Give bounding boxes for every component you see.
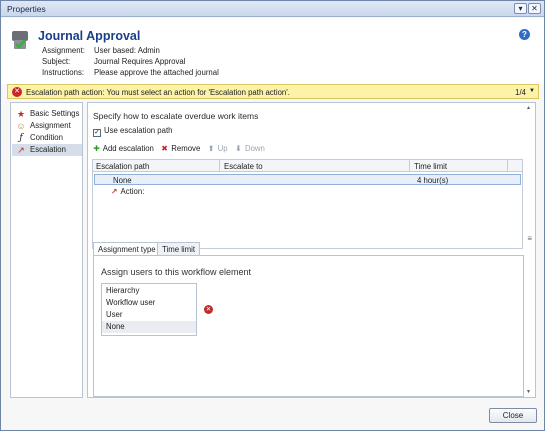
- tab-time-limit[interactable]: Time limit: [157, 242, 201, 255]
- validation-warning-bar[interactable]: ✕ Escalation path action: You must selec…: [7, 84, 539, 99]
- workflow-approval-icon: [12, 31, 28, 49]
- column-header-escalate-to[interactable]: Escalate to: [224, 162, 263, 171]
- remove-button[interactable]: ✖ Remove: [160, 144, 200, 153]
- sidebar-nav: ★ Basic Settings ☺ Assignment ƒ Conditio…: [10, 102, 83, 398]
- sidebar-item-condition[interactable]: ƒ Condition: [12, 132, 82, 144]
- plus-icon: ✚: [93, 144, 100, 153]
- close-button[interactable]: Close: [489, 408, 537, 423]
- remove-icon: ✖: [161, 144, 168, 153]
- scrollbar[interactable]: ▲ ▼: [526, 105, 533, 395]
- cell-escalation-path: None: [113, 176, 132, 185]
- warning-text: Escalation path action: You must select …: [26, 88, 290, 97]
- up-button[interactable]: ⬆ Up: [206, 144, 228, 153]
- list-item-user[interactable]: User: [102, 309, 196, 321]
- meta-value: Please approve the attached journal: [94, 68, 219, 77]
- window-title: Properties: [7, 4, 46, 14]
- use-escalation-checkbox[interactable]: ✓: [93, 129, 101, 137]
- title-bar: Properties ▾ ✕: [1, 1, 544, 17]
- assignment-type-list: Hierarchy Workflow user User None: [101, 283, 197, 336]
- sidebar-item-label: Assignment: [30, 121, 71, 130]
- scroll-up-icon[interactable]: ▲: [526, 105, 531, 111]
- meta-value: User based: Admin: [94, 46, 160, 55]
- add-escalation-label: Add escalation: [102, 144, 154, 153]
- grid-header: Escalation path Escalate to Time limit: [93, 160, 522, 172]
- sidebar-item-label: Basic Settings: [30, 109, 80, 118]
- escalation-content-pane: Specify how to escalate overdue work ite…: [87, 102, 536, 398]
- panel-title: Assign users to this workflow element: [101, 267, 252, 277]
- header: Journal Approval Assignment: User based: …: [1, 18, 544, 84]
- chevron-down-icon: ▾: [518, 4, 523, 13]
- meta-row-instructions: Instructions: Please approve the attached…: [42, 68, 219, 77]
- validation-error-icon: ✕: [204, 305, 213, 314]
- meta-key: Instructions:: [42, 68, 85, 77]
- cell-time-limit: 4 hour(s): [417, 176, 449, 185]
- warning-count: 1/4: [515, 88, 526, 97]
- escalation-icon: ↗: [111, 187, 118, 196]
- users-icon: ☺: [16, 121, 26, 131]
- close-window-button[interactable]: ✕: [528, 3, 541, 14]
- escalation-icon: ↗: [17, 145, 25, 155]
- action-row[interactable]: ↗ Action:: [111, 187, 144, 196]
- assignment-type-panel: Assign users to this workflow element Hi…: [93, 255, 524, 397]
- sidebar-item-basic-settings[interactable]: ★ Basic Settings: [12, 108, 82, 120]
- error-icon: ✕: [12, 87, 22, 97]
- arrow-up-icon: ⬆: [207, 144, 215, 153]
- help-icon[interactable]: ?: [519, 29, 530, 40]
- star-icon: ★: [16, 109, 26, 119]
- remove-label: Remove: [171, 144, 201, 153]
- list-item-hierarchy[interactable]: Hierarchy: [102, 285, 196, 297]
- checkbox-label: Use escalation path: [104, 126, 173, 135]
- action-label: Action:: [120, 187, 145, 196]
- escalation-grid: Escalation path Escalate to Time limit N…: [92, 159, 523, 249]
- sidebar-item-label: Escalation: [30, 145, 66, 154]
- properties-window: Properties ▾ ✕ Journal Approval Assignme…: [0, 0, 545, 431]
- column-divider: [507, 160, 508, 172]
- chevron-down-icon[interactable]: ▼: [529, 88, 535, 94]
- meta-value: Journal Requires Approval: [94, 57, 186, 66]
- list-item-none[interactable]: None: [102, 321, 196, 333]
- down-button[interactable]: ⬇ Down: [234, 144, 265, 153]
- use-escalation-checkbox-row[interactable]: ✓ Use escalation path: [93, 126, 172, 137]
- down-label: Down: [244, 144, 265, 153]
- add-escalation-button[interactable]: ✚ Add escalation: [92, 144, 154, 153]
- column-divider: [219, 160, 220, 172]
- escalation-toolbar: ✚ Add escalation ✖ Remove ⬆ Up ⬇ Down: [92, 144, 269, 156]
- scroll-down-icon[interactable]: ▼: [526, 389, 531, 395]
- meta-row-assignment: Assignment: User based: Admin: [42, 46, 160, 55]
- section-heading: Specify how to escalate overdue work ite…: [93, 111, 259, 121]
- sidebar-item-escalation[interactable]: ↗ Escalation: [12, 144, 82, 156]
- tab-assignment-type[interactable]: Assignment type: [93, 242, 161, 256]
- sidebar-item-assignment[interactable]: ☺ Assignment: [12, 120, 82, 132]
- table-row[interactable]: None 4 hour(s): [94, 174, 521, 185]
- meta-key: Assignment:: [42, 46, 85, 55]
- column-divider: [409, 160, 410, 172]
- column-header-time-limit[interactable]: Time limit: [414, 162, 447, 171]
- column-header-escalation-path[interactable]: Escalation path: [96, 162, 149, 171]
- dropdown-button[interactable]: ▾: [514, 3, 527, 14]
- page-title: Journal Approval: [38, 29, 141, 43]
- meta-key: Subject:: [42, 57, 71, 66]
- list-item-workflow-user[interactable]: Workflow user: [102, 297, 196, 309]
- close-icon: ✕: [531, 4, 538, 13]
- sidebar-item-label: Condition: [30, 133, 63, 142]
- fx-icon: ƒ: [19, 133, 23, 143]
- arrow-down-icon: ⬇: [235, 144, 242, 153]
- up-label: Up: [217, 144, 228, 153]
- meta-row-subject: Subject: Journal Requires Approval: [42, 57, 185, 66]
